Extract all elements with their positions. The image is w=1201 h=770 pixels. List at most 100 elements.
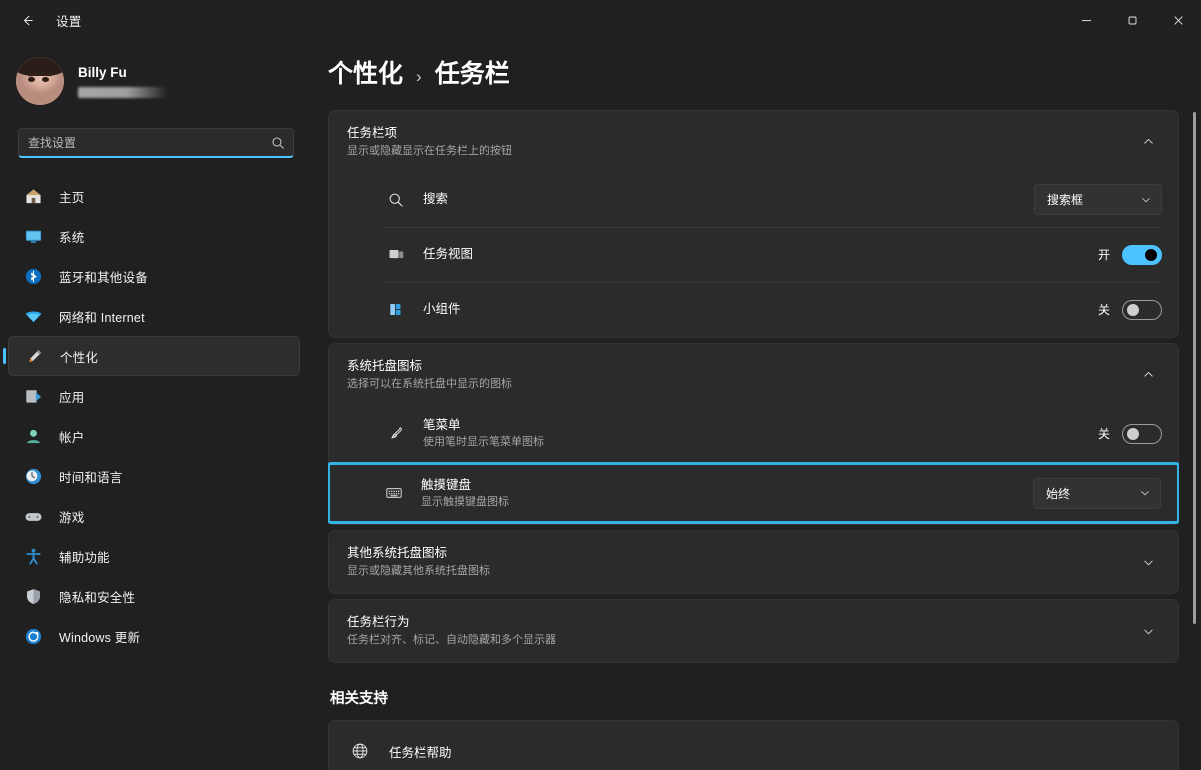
sidebar-item-privacy-security[interactable]: 隐私和安全性 <box>8 576 300 616</box>
section-tray-icons-rows: 笔菜单 使用笔时显示笔菜单图标 关 触摸键盘 显示触摸键盘图标 始终 <box>328 405 1179 525</box>
breadcrumb-separator-icon: › <box>416 67 422 86</box>
section-other-tray-icons-header[interactable]: 其他系统托盘图标 显示或隐藏其他系统托盘图标 <box>329 531 1178 593</box>
sidebar-item-label: 游戏 <box>59 510 85 525</box>
sidebar-item-network[interactable]: 网络和 Internet <box>8 296 300 336</box>
row-pen-menu[interactable]: 笔菜单 使用笔时显示笔菜单图标 关 <box>329 405 1178 462</box>
section-tray-icons-header[interactable]: 系统托盘图标 选择可以在系统托盘中显示的图标 <box>328 343 1179 405</box>
section-other-tray-icons[interactable]: 其他系统托盘图标 显示或隐藏其他系统托盘图标 <box>328 530 1179 594</box>
sidebar-item-label: 隐私和安全性 <box>59 590 136 605</box>
search-mode-dropdown[interactable]: 搜索框 <box>1034 184 1162 215</box>
sidebar-item-label: 辅助功能 <box>59 550 110 565</box>
widgets-toggle[interactable] <box>1122 299 1162 320</box>
sidebar-item-label: 时间和语言 <box>59 470 123 485</box>
task-view-toggle[interactable] <box>1122 244 1162 265</box>
windows-update-icon <box>22 625 44 647</box>
sidebar-item-label: 应用 <box>59 390 85 405</box>
section-subtitle: 显示或隐藏显示在任务栏上的按钮 <box>347 144 512 157</box>
window-title: 设置 <box>56 14 82 29</box>
sidebar-item-home[interactable]: 主页 <box>8 176 300 216</box>
row-title: 笔菜单 <box>423 418 461 432</box>
profile-name: Billy Fu <box>78 65 127 80</box>
chevron-down-icon <box>1140 194 1152 206</box>
apps-icon <box>22 385 44 407</box>
search-icon <box>271 136 285 150</box>
dropdown-value: 始终 <box>1046 486 1071 501</box>
row-title: 触摸键盘 <box>421 477 472 492</box>
toggle-state-label: 关 <box>1097 303 1110 317</box>
privacy-security-icon <box>22 585 44 607</box>
accessibility-icon <box>22 545 44 567</box>
page-title: 任务栏 <box>434 60 510 88</box>
section-taskbar-behaviors-header[interactable]: 任务栏行为 任务栏对齐、标记、自动隐藏和多个显示器 <box>329 600 1178 662</box>
home-icon <box>22 185 44 207</box>
content-area: 个性化 › 任务栏 任务栏项 显示或隐藏显示在任务栏上的按钮 搜索 搜索框 任务… <box>320 40 1201 770</box>
sidebar-item-time-language[interactable]: 时间和语言 <box>8 456 300 496</box>
maximize-button[interactable] <box>1109 0 1155 40</box>
section-title: 任务栏项 <box>347 125 398 140</box>
window-body: Billy Fu 查找设置 主页 系统 蓝牙和其他设备 网络和 Internet… <box>0 40 1201 770</box>
breadcrumb: 个性化 › 任务栏 <box>328 40 1179 110</box>
sidebar-item-gaming[interactable]: 游戏 <box>8 496 300 536</box>
back-button[interactable] <box>8 4 46 36</box>
breadcrumb-parent[interactable]: 个性化 <box>328 54 403 90</box>
user-profile[interactable]: Billy Fu <box>0 40 320 112</box>
dropdown-value: 搜索框 <box>1047 193 1084 207</box>
sidebar-item-bluetooth[interactable]: 蓝牙和其他设备 <box>8 256 300 296</box>
sidebar-item-windows-update[interactable]: Windows 更新 <box>8 616 300 656</box>
title-bar: 设置 <box>0 0 1201 40</box>
sidebar-item-label: 蓝牙和其他设备 <box>59 270 148 285</box>
scrollbar-thumb[interactable] <box>1193 112 1196 624</box>
section-taskbar-items: 任务栏项 显示或隐藏显示在任务栏上的按钮 搜索 搜索框 任务视图 开 小组件 关 <box>328 110 1179 338</box>
related-row-taskbar-help[interactable]: 任务栏帮助 <box>329 721 1178 770</box>
row-task-view[interactable]: 任务视图 开 <box>329 227 1178 282</box>
row-search[interactable]: 搜索 搜索框 <box>329 172 1178 227</box>
minimize-button[interactable] <box>1063 0 1109 40</box>
pen-menu-toggle[interactable] <box>1122 423 1162 444</box>
close-icon <box>1173 15 1183 25</box>
sidebar-item-label: 帐户 <box>59 430 85 445</box>
section-taskbar-items-header[interactable]: 任务栏项 显示或隐藏显示在任务栏上的按钮 <box>328 110 1179 172</box>
chevron-up-icon[interactable] <box>1134 128 1162 156</box>
section-tray-icons: 系统托盘图标 选择可以在系统托盘中显示的图标 笔菜单 使用笔时显示笔菜单图标 关… <box>328 343 1179 525</box>
maximize-icon <box>1128 16 1136 24</box>
search-container <box>0 112 320 158</box>
section-title: 其他系统托盘图标 <box>347 546 448 560</box>
section-taskbar-behaviors[interactable]: 任务栏行为 任务栏对齐、标记、自动隐藏和多个显示器 <box>328 599 1179 663</box>
chevron-down-icon[interactable] <box>1134 617 1162 645</box>
sidebar-item-label: 个性化 <box>60 350 99 365</box>
personalization-icon <box>23 345 45 367</box>
related-support-title: 相关支持 <box>330 691 388 707</box>
section-subtitle: 显示或隐藏其他系统托盘图标 <box>347 565 490 577</box>
row-widgets[interactable]: 小组件 关 <box>329 282 1178 337</box>
profile-email-masked <box>78 87 168 98</box>
close-button[interactable] <box>1155 0 1201 40</box>
sidebar-item-accounts[interactable]: 帐户 <box>8 416 300 456</box>
widgets-icon <box>385 299 407 321</box>
section-title: 系统托盘图标 <box>347 358 423 373</box>
sidebar-item-label: Windows 更新 <box>59 630 141 645</box>
row-touch-keyboard[interactable]: 触摸键盘 显示触摸键盘图标 始终 <box>328 462 1179 524</box>
system-icon <box>22 225 44 247</box>
row-subtitle: 使用笔时显示笔菜单图标 <box>423 436 544 448</box>
section-taskbar-items-rows: 搜索 搜索框 任务视图 开 小组件 关 <box>328 172 1179 338</box>
gaming-icon <box>22 505 44 527</box>
sidebar-item-accessibility[interactable]: 辅助功能 <box>8 536 300 576</box>
time-language-icon <box>22 465 44 487</box>
row-subtitle: 显示触摸键盘图标 <box>421 495 509 508</box>
sidebar-item-system[interactable]: 系统 <box>8 216 300 256</box>
toggle-state-label: 关 <box>1097 427 1110 441</box>
search-input[interactable] <box>19 129 293 156</box>
search-box[interactable] <box>18 128 294 158</box>
sidebar-item-personalization[interactable]: 个性化 <box>8 336 300 376</box>
section-subtitle: 选择可以在系统托盘中显示的图标 <box>347 377 512 390</box>
sidebar-item-label: 系统 <box>59 230 85 245</box>
sidebar-nav: 主页 系统 蓝牙和其他设备 网络和 Internet 个性化 应用 帐户 时间和… <box>0 176 320 770</box>
related-row-label: 任务栏帮助 <box>389 745 452 760</box>
content-scrollbar[interactable] <box>1193 112 1196 672</box>
section-title: 任务栏行为 <box>347 615 410 629</box>
chevron-up-icon[interactable] <box>1134 361 1162 389</box>
chevron-down-icon[interactable] <box>1134 548 1162 576</box>
settings-window: 设置 Billy Fu 查找设置 主页 系统 蓝牙和其他设备 网络和 Inter… <box>0 0 1201 770</box>
sidebar-item-apps[interactable]: 应用 <box>8 376 300 416</box>
touch-keyboard-dropdown[interactable]: 始终 <box>1033 477 1161 509</box>
